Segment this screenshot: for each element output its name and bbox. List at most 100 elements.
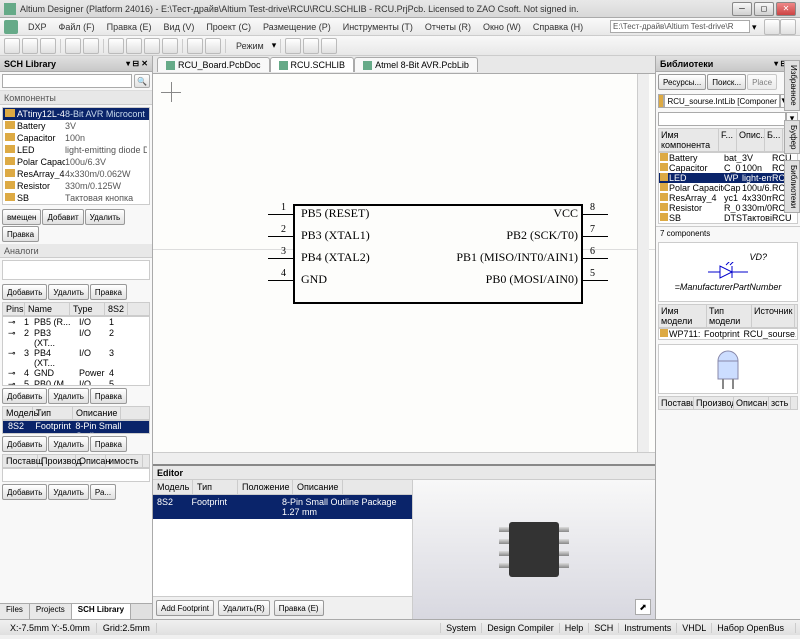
- add-button[interactable]: Добавить: [2, 284, 47, 300]
- edit-button[interactable]: Правка (E): [274, 600, 324, 616]
- lib-row[interactable]: ResArray_4yc14x330mRCU: [659, 193, 797, 203]
- col-type[interactable]: Тип: [33, 407, 73, 419]
- footprint-preview[interactable]: ⬈: [413, 480, 655, 619]
- col-pins[interactable]: Pins: [3, 303, 25, 315]
- component-row[interactable]: ATtiny12L-4S8-Bit AVR Microcont: [3, 108, 149, 120]
- menu-project[interactable]: Проект (C): [200, 22, 257, 32]
- preview-button[interactable]: [83, 38, 99, 54]
- add-button[interactable]: Добавить: [2, 388, 47, 404]
- col-name[interactable]: Имя компонента: [659, 129, 719, 151]
- tool-button[interactable]: [303, 38, 319, 54]
- undo-button[interactable]: [187, 38, 203, 54]
- pin-row[interactable]: ⊸4GNDPower4: [3, 368, 149, 379]
- tool-button[interactable]: [285, 38, 301, 54]
- supplier-list[interactable]: [2, 468, 150, 482]
- col-pos[interactable]: Положение: [238, 480, 293, 494]
- col-fp[interactable]: F...: [719, 129, 737, 151]
- place-button[interactable]: Place: [747, 74, 777, 90]
- menu-view[interactable]: Вид (V): [158, 22, 201, 32]
- resources-button[interactable]: Ресурсы...: [658, 74, 706, 90]
- pin-icon[interactable]: ▾ ⊟ ✕: [126, 59, 148, 68]
- lib-row[interactable]: SBDTSТактовіRCU: [659, 213, 797, 223]
- status-dc[interactable]: Design Compiler: [481, 623, 559, 633]
- footprint-preview[interactable]: [658, 344, 798, 394]
- path-dropdown-icon[interactable]: ▾: [752, 22, 762, 32]
- menu-place[interactable]: Размещение (P): [257, 22, 337, 32]
- delete-button[interactable]: Удалить: [85, 209, 126, 225]
- lib-combo-input[interactable]: [664, 94, 780, 108]
- status-sch[interactable]: SCH: [588, 623, 618, 633]
- editor-row[interactable]: 8S2 Footprint 8-Pin Small Outline Packag…: [153, 495, 412, 519]
- add-button[interactable]: Добавить: [2, 484, 47, 500]
- component-row[interactable]: SBТактовая кнопка: [3, 192, 149, 204]
- col-desc[interactable]: Описан: [76, 455, 106, 467]
- col-model[interactable]: Модель: [3, 407, 33, 419]
- col-desc[interactable]: Опис...: [737, 129, 765, 151]
- tab-projects[interactable]: Projects: [30, 604, 72, 619]
- tab-files[interactable]: Files: [0, 604, 30, 619]
- document-tab[interactable]: Atmel 8-Bit AVR.PcbLib: [354, 57, 478, 72]
- minimize-button[interactable]: ─: [732, 2, 752, 16]
- lib-row[interactable]: ResistorR_0330m/0RCU: [659, 203, 797, 213]
- component-row[interactable]: LEDlight-emitting diode D5: [3, 144, 149, 156]
- symbol-preview[interactable]: VD? =ManufacturerPartNumber: [658, 242, 798, 302]
- col-type[interactable]: Тип: [193, 480, 238, 494]
- pin-row[interactable]: ⊸5PB0 (M...I/O5: [3, 379, 149, 386]
- schematic-canvas[interactable]: 1PB5 (RESET)2PB3 (XTAL1)3PB4 (XTAL2)4GND…: [153, 74, 655, 464]
- dxp-icon[interactable]: [4, 20, 18, 34]
- v-scrollbar[interactable]: [637, 74, 649, 464]
- edit-button[interactable]: Ра...: [90, 484, 116, 500]
- status-ob[interactable]: Набор OpenBus: [711, 623, 789, 633]
- zoom-button[interactable]: [108, 38, 124, 54]
- delete-button[interactable]: Удалить: [48, 484, 89, 500]
- search-button[interactable]: 🔍: [134, 74, 150, 88]
- menu-help[interactable]: Справка (H): [527, 22, 589, 32]
- lib-row[interactable]: CapacitorC_0100nRCU: [659, 163, 797, 173]
- col-cost[interactable]: зсть: [769, 397, 791, 409]
- filter-combo[interactable]: ▾: [658, 112, 798, 126]
- col-sup[interactable]: Поставщ: [3, 455, 38, 467]
- edit-button[interactable]: Правка: [90, 284, 127, 300]
- search-button[interactable]: Поиск...: [707, 74, 746, 90]
- col-mfr[interactable]: Производ: [38, 455, 76, 467]
- pin-row[interactable]: ⊸3PB4 (XT...I/O3: [3, 348, 149, 368]
- menu-file[interactable]: Файл (F): [53, 22, 101, 32]
- model-list[interactable]: WP711: Footprint RCU_sourse.P: [658, 328, 798, 340]
- delete-button[interactable]: Удалить: [48, 284, 89, 300]
- paste-button[interactable]: [162, 38, 178, 54]
- path-input[interactable]: [610, 20, 750, 33]
- lib-row[interactable]: Polar CapacitorCap100u/6.RCU: [659, 183, 797, 193]
- status-system[interactable]: System: [440, 623, 481, 633]
- col-lib[interactable]: Б...: [765, 129, 783, 151]
- add-button[interactable]: Добавить: [2, 436, 47, 452]
- col-desc[interactable]: Описание: [73, 407, 121, 419]
- nav-back-button[interactable]: [764, 19, 780, 35]
- model-row[interactable]: 8S2 Footprint 8-Pin Small Outline: [3, 421, 149, 434]
- tool-button[interactable]: [321, 38, 337, 54]
- filter-input[interactable]: [658, 112, 786, 126]
- edit-button[interactable]: Правка: [90, 436, 127, 452]
- open-button[interactable]: [22, 38, 38, 54]
- h-scrollbar[interactable]: [153, 452, 655, 464]
- col-name[interactable]: Name: [25, 303, 70, 315]
- pin-row[interactable]: ⊸2PB3 (XT...I/O2: [3, 328, 149, 348]
- save-button[interactable]: [40, 38, 56, 54]
- col-mfr[interactable]: Производи: [694, 397, 734, 409]
- col-model[interactable]: Модель: [153, 480, 193, 494]
- vtab-libraries[interactable]: Библиотеки: [784, 160, 800, 213]
- pins-list[interactable]: ⊸1PB5 (R...I/O1⊸2PB3 (XT...I/O2⊸3PB4 (XT…: [2, 316, 150, 386]
- maximize-button[interactable]: ◻: [754, 2, 774, 16]
- col-type[interactable]: Тип модели: [707, 305, 752, 327]
- mode-label[interactable]: Режим: [230, 41, 270, 51]
- copy-button[interactable]: [144, 38, 160, 54]
- col-cost[interactable]: имость: [106, 455, 143, 467]
- component-row[interactable]: Polar Capacito100u/6.3V: [3, 156, 149, 168]
- search-input[interactable]: [2, 74, 132, 88]
- component-row[interactable]: Resistor330m/0.125W: [3, 180, 149, 192]
- cut-button[interactable]: [126, 38, 142, 54]
- new-button[interactable]: [4, 38, 20, 54]
- col-desc[interactable]: Описание: [734, 397, 769, 409]
- delete-button[interactable]: Удалить: [48, 436, 89, 452]
- status-inst[interactable]: Instruments: [618, 623, 676, 633]
- nav-fwd-button[interactable]: [780, 19, 796, 35]
